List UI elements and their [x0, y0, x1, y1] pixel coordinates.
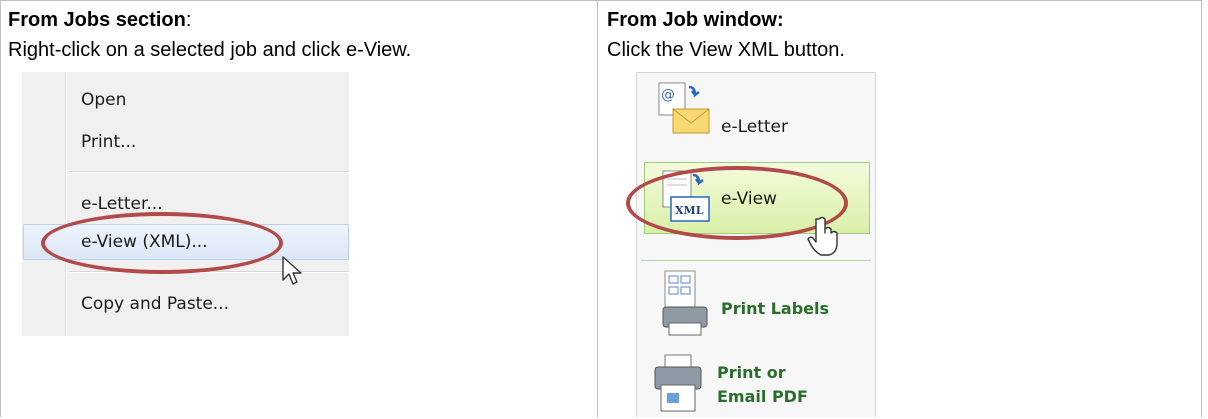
- mouse-pointer-icon: [282, 256, 302, 285]
- ribbon-panel: @ e-Letter XML e-View Print Labels Print…: [636, 72, 876, 417]
- column-divider: [597, 0, 598, 417]
- menu-separator-highlight: [69, 272, 349, 273]
- hand-cursor-icon: [807, 216, 838, 256]
- left-heading: From Jobs section:: [8, 8, 191, 32]
- annotation-oval: [41, 212, 283, 274]
- menu-gutter-line-highlight: [66, 72, 67, 336]
- menu-item-eletter[interactable]: e-Letter...: [81, 194, 163, 214]
- print-labels-button[interactable]: Print Labels: [721, 299, 829, 318]
- menu-item-print[interactable]: Print...: [81, 132, 136, 152]
- print-labels-icon: [662, 270, 708, 336]
- svg-text:@: @: [661, 87, 675, 103]
- print-email-pdf-line1[interactable]: Print or: [717, 363, 786, 382]
- right-heading: From Job window:: [607, 9, 784, 31]
- ribbon-separator: [641, 260, 871, 261]
- left-heading-text: From Jobs section: [8, 9, 186, 31]
- eletter-icon: @: [658, 82, 710, 134]
- menu-gutter: [19, 72, 22, 336]
- right-instruction: Click the View XML button.: [607, 39, 845, 61]
- print-email-pdf-line2[interactable]: Email PDF: [717, 387, 808, 406]
- menu-item-open[interactable]: Open: [81, 90, 126, 110]
- left-heading-colon: :: [185, 9, 192, 31]
- menu-separator-highlight: [69, 172, 349, 173]
- print-email-pdf-icon: [654, 354, 702, 412]
- left-instruction: Right-click on a selected job and click …: [8, 39, 412, 61]
- context-menu: Open Print... e-Letter... e-View (XML)..…: [19, 72, 349, 336]
- menu-item-copy-paste[interactable]: Copy and Paste...: [81, 294, 229, 314]
- eletter-button[interactable]: e-Letter: [721, 117, 788, 137]
